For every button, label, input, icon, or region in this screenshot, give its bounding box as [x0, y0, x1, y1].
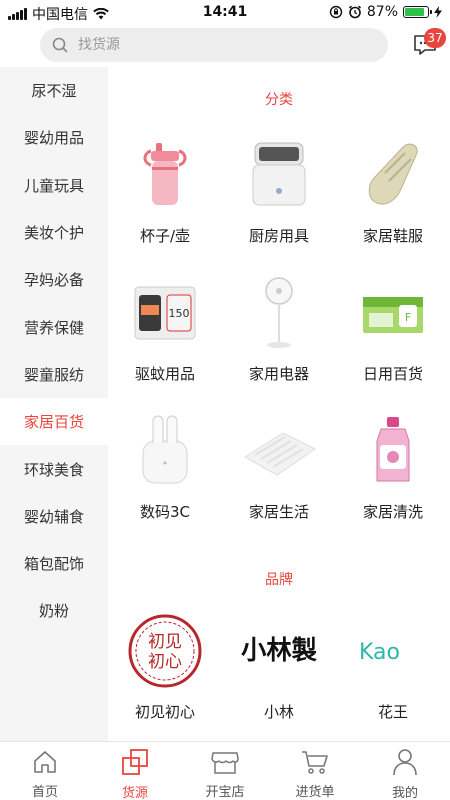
tab-label: 首页 — [31, 785, 58, 800]
sidebar-item-bags[interactable]: 箱包配饰 — [0, 540, 108, 587]
message-badge: 37 — [424, 28, 446, 48]
category-home-life[interactable]: 家居生活 — [222, 413, 336, 522]
category-label: 家居清洗 — [362, 503, 423, 521]
category-cups[interactable]: 杯子/壶 — [108, 137, 222, 246]
category-section-title: 分类 — [265, 92, 293, 108]
sidebar-item-toys[interactable]: 儿童玩具 — [0, 162, 108, 209]
sidebar-item-baby-clothing[interactable]: 婴童服纺 — [0, 351, 108, 398]
category-label: 家用电器 — [248, 365, 309, 383]
status-right: 87% — [329, 4, 442, 20]
tab-profile[interactable]: 我的 — [360, 742, 450, 800]
search-input[interactable] — [78, 37, 338, 53]
brand-logo-chujian: 初见 初心 — [127, 613, 203, 689]
category-label: 数码3C — [139, 503, 191, 521]
sidebar-item-milk-powder[interactable]: 奶粉 — [0, 587, 108, 634]
tab-open-store[interactable]: 开宝店 — [180, 742, 270, 800]
slipper-icon — [355, 137, 431, 213]
tab-label: 货源 — [121, 786, 148, 800]
status-bar: 中国电信 14:41 87% — [0, 0, 450, 26]
alarm-icon — [348, 5, 361, 19]
tab-label: 开宝店 — [205, 785, 245, 800]
mattress-icon — [241, 413, 317, 489]
brand-label: 小林 — [263, 703, 294, 721]
category-mosquito[interactable]: 150 驱蚊用品 — [108, 275, 222, 384]
brand-logo-kao: Kao — [355, 613, 431, 689]
home-icon — [31, 748, 59, 775]
battery-icon — [403, 6, 432, 18]
sterilizer-icon — [241, 137, 317, 213]
main-content: 分类 杯子/壶 厨房用具 家居鞋服 150 驱蚊用品 家用电器 F 日用百货 数… — [108, 67, 450, 741]
sidebar-item-baby-supplies[interactable]: 婴幼用品 — [0, 114, 108, 161]
category-kitchen[interactable]: 厨房用具 — [222, 137, 336, 246]
category-appliances[interactable]: 家用电器 — [222, 275, 336, 384]
earbuds-icon — [127, 413, 203, 489]
battery-percent: 87% — [366, 4, 398, 20]
category-label: 厨房用具 — [248, 227, 309, 245]
orientation-lock-icon — [329, 5, 343, 19]
store-icon — [211, 748, 239, 775]
sidebar-item-baby-food[interactable]: 婴幼辅食 — [0, 493, 108, 540]
tab-purchase-list[interactable]: 进货单 — [270, 742, 360, 800]
brand-section-title: 品牌 — [265, 572, 293, 588]
mosquito-repellent-icon: 150 — [127, 275, 203, 351]
profile-icon — [391, 748, 419, 776]
sidebar-item-nutrition[interactable]: 营养保健 — [0, 303, 108, 350]
brand-label: 初见初心 — [134, 703, 195, 721]
source-icon — [121, 748, 149, 776]
tab-label: 进货单 — [295, 785, 335, 800]
category-label: 家居生活 — [248, 503, 309, 521]
search-bar[interactable] — [40, 28, 388, 62]
category-home-wear[interactable]: 家居鞋服 — [336, 137, 450, 246]
svg-text:小林製: 小林製 — [241, 636, 317, 666]
category-daily-goods[interactable]: F 日用百货 — [336, 275, 450, 384]
sidebar-item-global-food[interactable]: 环球美食 — [0, 445, 108, 492]
svg-text:初心: 初心 — [148, 652, 182, 672]
charging-icon — [434, 6, 442, 18]
fan-icon — [241, 275, 317, 351]
brand-kao[interactable]: Kao 花王 — [336, 613, 450, 722]
svg-text:F: F — [405, 311, 411, 324]
sidebar-item-beauty[interactable]: 美妆个护 — [0, 209, 108, 256]
svg-text:初见: 初见 — [148, 632, 182, 652]
sippy-cup-icon — [127, 137, 203, 213]
sidebar-item-home-goods[interactable]: 家居百货 — [0, 398, 108, 446]
category-label: 日用百货 — [362, 365, 423, 383]
brand-kobayashi[interactable]: 小林製 小林 — [222, 613, 336, 722]
category-sidebar: 尿不湿 婴幼用品 儿童玩具 美妆个护 孕妈必备 营养保健 婴童服纺 家居百货 环… — [0, 67, 108, 741]
category-label: 家居鞋服 — [362, 227, 423, 245]
brand-chujian-chuxin[interactable]: 初见 初心 初见初心 — [108, 613, 222, 722]
tab-label: 我的 — [391, 786, 418, 800]
search-icon — [52, 37, 68, 53]
bottom-tab-bar: 首页 货源 开宝店 进货单 我的 — [0, 741, 450, 800]
category-digital[interactable]: 数码3C — [108, 413, 222, 522]
category-label: 杯子/壶 — [139, 227, 191, 245]
tab-source[interactable]: 货源 — [90, 742, 180, 800]
goods-box-icon: F — [355, 275, 431, 351]
cart-icon — [301, 748, 329, 775]
brand-logo-kobayashi: 小林製 — [241, 613, 317, 689]
category-label: 驱蚊用品 — [134, 365, 195, 383]
svg-text:Kao: Kao — [359, 640, 400, 665]
tab-home[interactable]: 首页 — [0, 742, 90, 800]
sidebar-item-maternity[interactable]: 孕妈必备 — [0, 256, 108, 303]
svg-text:150: 150 — [169, 307, 190, 320]
brand-label: 花王 — [377, 703, 408, 721]
detergent-bottle-icon — [355, 413, 431, 489]
category-cleaning[interactable]: 家居清洗 — [336, 413, 450, 522]
sidebar-item-diapers[interactable]: 尿不湿 — [0, 67, 108, 114]
